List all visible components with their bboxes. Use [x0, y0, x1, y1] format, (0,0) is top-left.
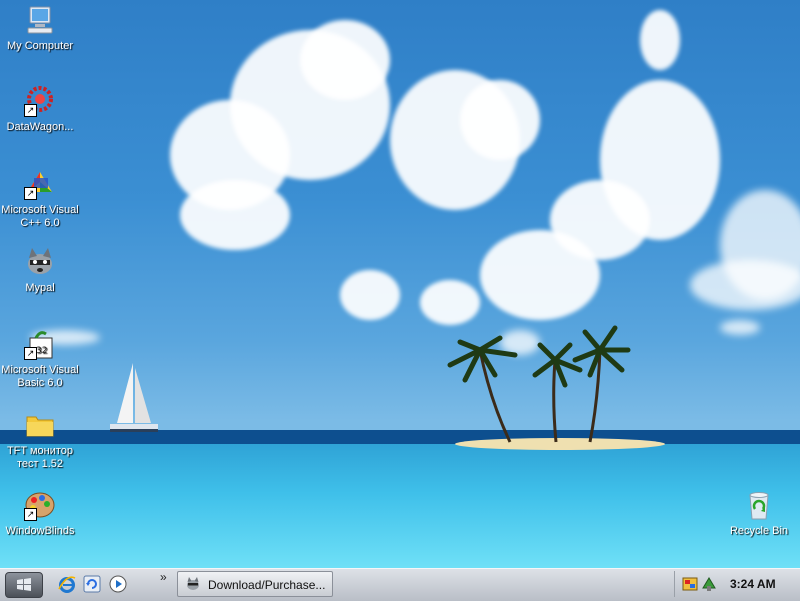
desktop-icon-label: WindowBlinds — [5, 525, 75, 537]
ie-icon[interactable] — [57, 574, 77, 594]
desktop-icon-datawagon[interactable]: ↗ DataWagon... — [0, 85, 80, 134]
mypal-raccoon-icon — [187, 577, 199, 590]
desktop-icon-my-computer[interactable]: My Computer — [0, 4, 80, 53]
cloud — [340, 270, 400, 320]
cloud — [720, 320, 760, 335]
folder-icon — [26, 416, 54, 437]
desktop-icon-windowblinds[interactable]: ↗ WindowBlinds — [0, 489, 80, 538]
shortcut-arrow-icon: ↗ — [24, 347, 37, 360]
cloud — [420, 280, 480, 325]
cloud — [300, 20, 390, 100]
start-windows-icon — [17, 578, 31, 591]
refresh-icon[interactable] — [82, 574, 102, 594]
taskbar: » Download/Purchase... 3:24 AM — [0, 568, 800, 601]
clock[interactable]: 3:24 AM — [730, 577, 776, 591]
shortcut-arrow-icon: ↗ — [24, 104, 37, 117]
network-tray-icon[interactable] — [682, 576, 698, 592]
desktop-icon-tft-monitor-test[interactable]: TFT монитор тест 1.52 — [0, 409, 80, 471]
cloud — [480, 230, 600, 320]
desktop-icon-visual-cpp[interactable]: ↗ Microsoft Visual C++ 6.0 — [0, 168, 80, 230]
task-button-label: Download/Purchase... — [208, 578, 326, 592]
desktop-icon-label: Mypal — [25, 282, 55, 294]
mypal-raccoon-icon — [28, 248, 52, 274]
cloud — [180, 180, 290, 250]
quick-launch-more-button[interactable]: » — [160, 570, 167, 584]
lagoon — [0, 444, 800, 568]
sailboat — [110, 363, 158, 432]
cloud — [640, 10, 680, 70]
system-tray: 3:24 AM — [674, 571, 799, 597]
recycle-bin-icon — [749, 492, 769, 520]
shortcut-arrow-icon: ↗ — [24, 508, 37, 521]
media-player-icon[interactable] — [108, 574, 128, 594]
desktop-icon-label: My Computer — [6, 40, 74, 52]
desktop-icon-label: Microsoft Visual C++ 6.0 — [1, 204, 79, 229]
desktop-icon-label: DataWagon... — [6, 121, 74, 133]
desktop-icon-visual-basic[interactable]: 32 ↗ Microsoft Visual Basic 6.0 — [0, 328, 80, 390]
security-tray-icon[interactable] — [701, 576, 717, 592]
cloud — [460, 80, 540, 160]
my-computer-icon — [27, 6, 53, 34]
desktop-icon-mypal[interactable]: Mypal — [0, 246, 80, 295]
svg-text:32: 32 — [36, 346, 47, 356]
task-button-download-purchase[interactable]: Download/Purchase... — [177, 571, 333, 597]
desktop-icon-label: Recycle Bin — [729, 525, 789, 537]
start-button[interactable] — [5, 572, 43, 598]
desktop-icon-label: Microsoft Visual Basic 6.0 — [1, 364, 79, 389]
cloud — [690, 260, 800, 310]
shortcut-arrow-icon: ↗ — [24, 187, 37, 200]
desktop-icon-recycle-bin[interactable]: Recycle Bin — [719, 489, 799, 538]
palm-trees — [447, 325, 631, 443]
desktop-background: My Computer ↗ DataWagon... ↗ Microsoft V… — [0, 0, 800, 568]
desktop-icon-label: TFT монитор тест 1.52 — [6, 445, 74, 470]
